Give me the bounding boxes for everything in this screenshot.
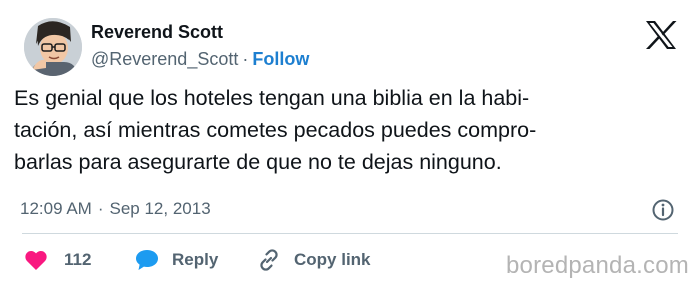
author-handle-row: @Reverend_Scott · Follow (91, 49, 309, 70)
tweet-text-line: Es genial que los hoteles tengan una bib… (14, 86, 530, 110)
like-count: 112 (64, 250, 92, 269)
tweet-text-line: tación, así mientras cometes pecados pue… (14, 118, 537, 142)
author-display-name[interactable]: Reverend Scott (91, 22, 223, 43)
x-logo-icon[interactable] (644, 20, 678, 50)
handle-separator: · (242, 49, 249, 69)
avatar[interactable] (24, 18, 82, 76)
watermark: boredpanda.com (506, 252, 689, 279)
reply-label: Reply (172, 250, 219, 269)
copy-link-button[interactable]: Copy link (256, 247, 371, 273)
link-icon (260, 249, 278, 271)
like-button[interactable]: 112 (24, 247, 91, 273)
author-handle[interactable]: @Reverend_Scott (91, 49, 238, 69)
tweet-text-line: barlas para asegurarte de que no te deja… (14, 150, 502, 174)
copy-link-label: Copy link (294, 250, 371, 269)
tweet-text: Es genial que los hoteles tengan una bib… (14, 82, 684, 178)
tweet-timestamp[interactable]: 12:09 AM · Sep 12, 2013 (20, 199, 211, 219)
follow-button[interactable]: Follow (252, 49, 309, 69)
avatar-illustration (24, 18, 82, 76)
divider (22, 233, 678, 234)
info-icon[interactable] (651, 198, 675, 222)
tweet-date: Sep 12, 2013 (109, 199, 211, 218)
tweet-time: 12:09 AM (20, 199, 92, 218)
reply-button[interactable]: Reply (134, 247, 218, 273)
heart-icon (25, 251, 47, 270)
speech-bubble-icon (136, 250, 158, 270)
timestamp-separator: · (97, 199, 104, 218)
